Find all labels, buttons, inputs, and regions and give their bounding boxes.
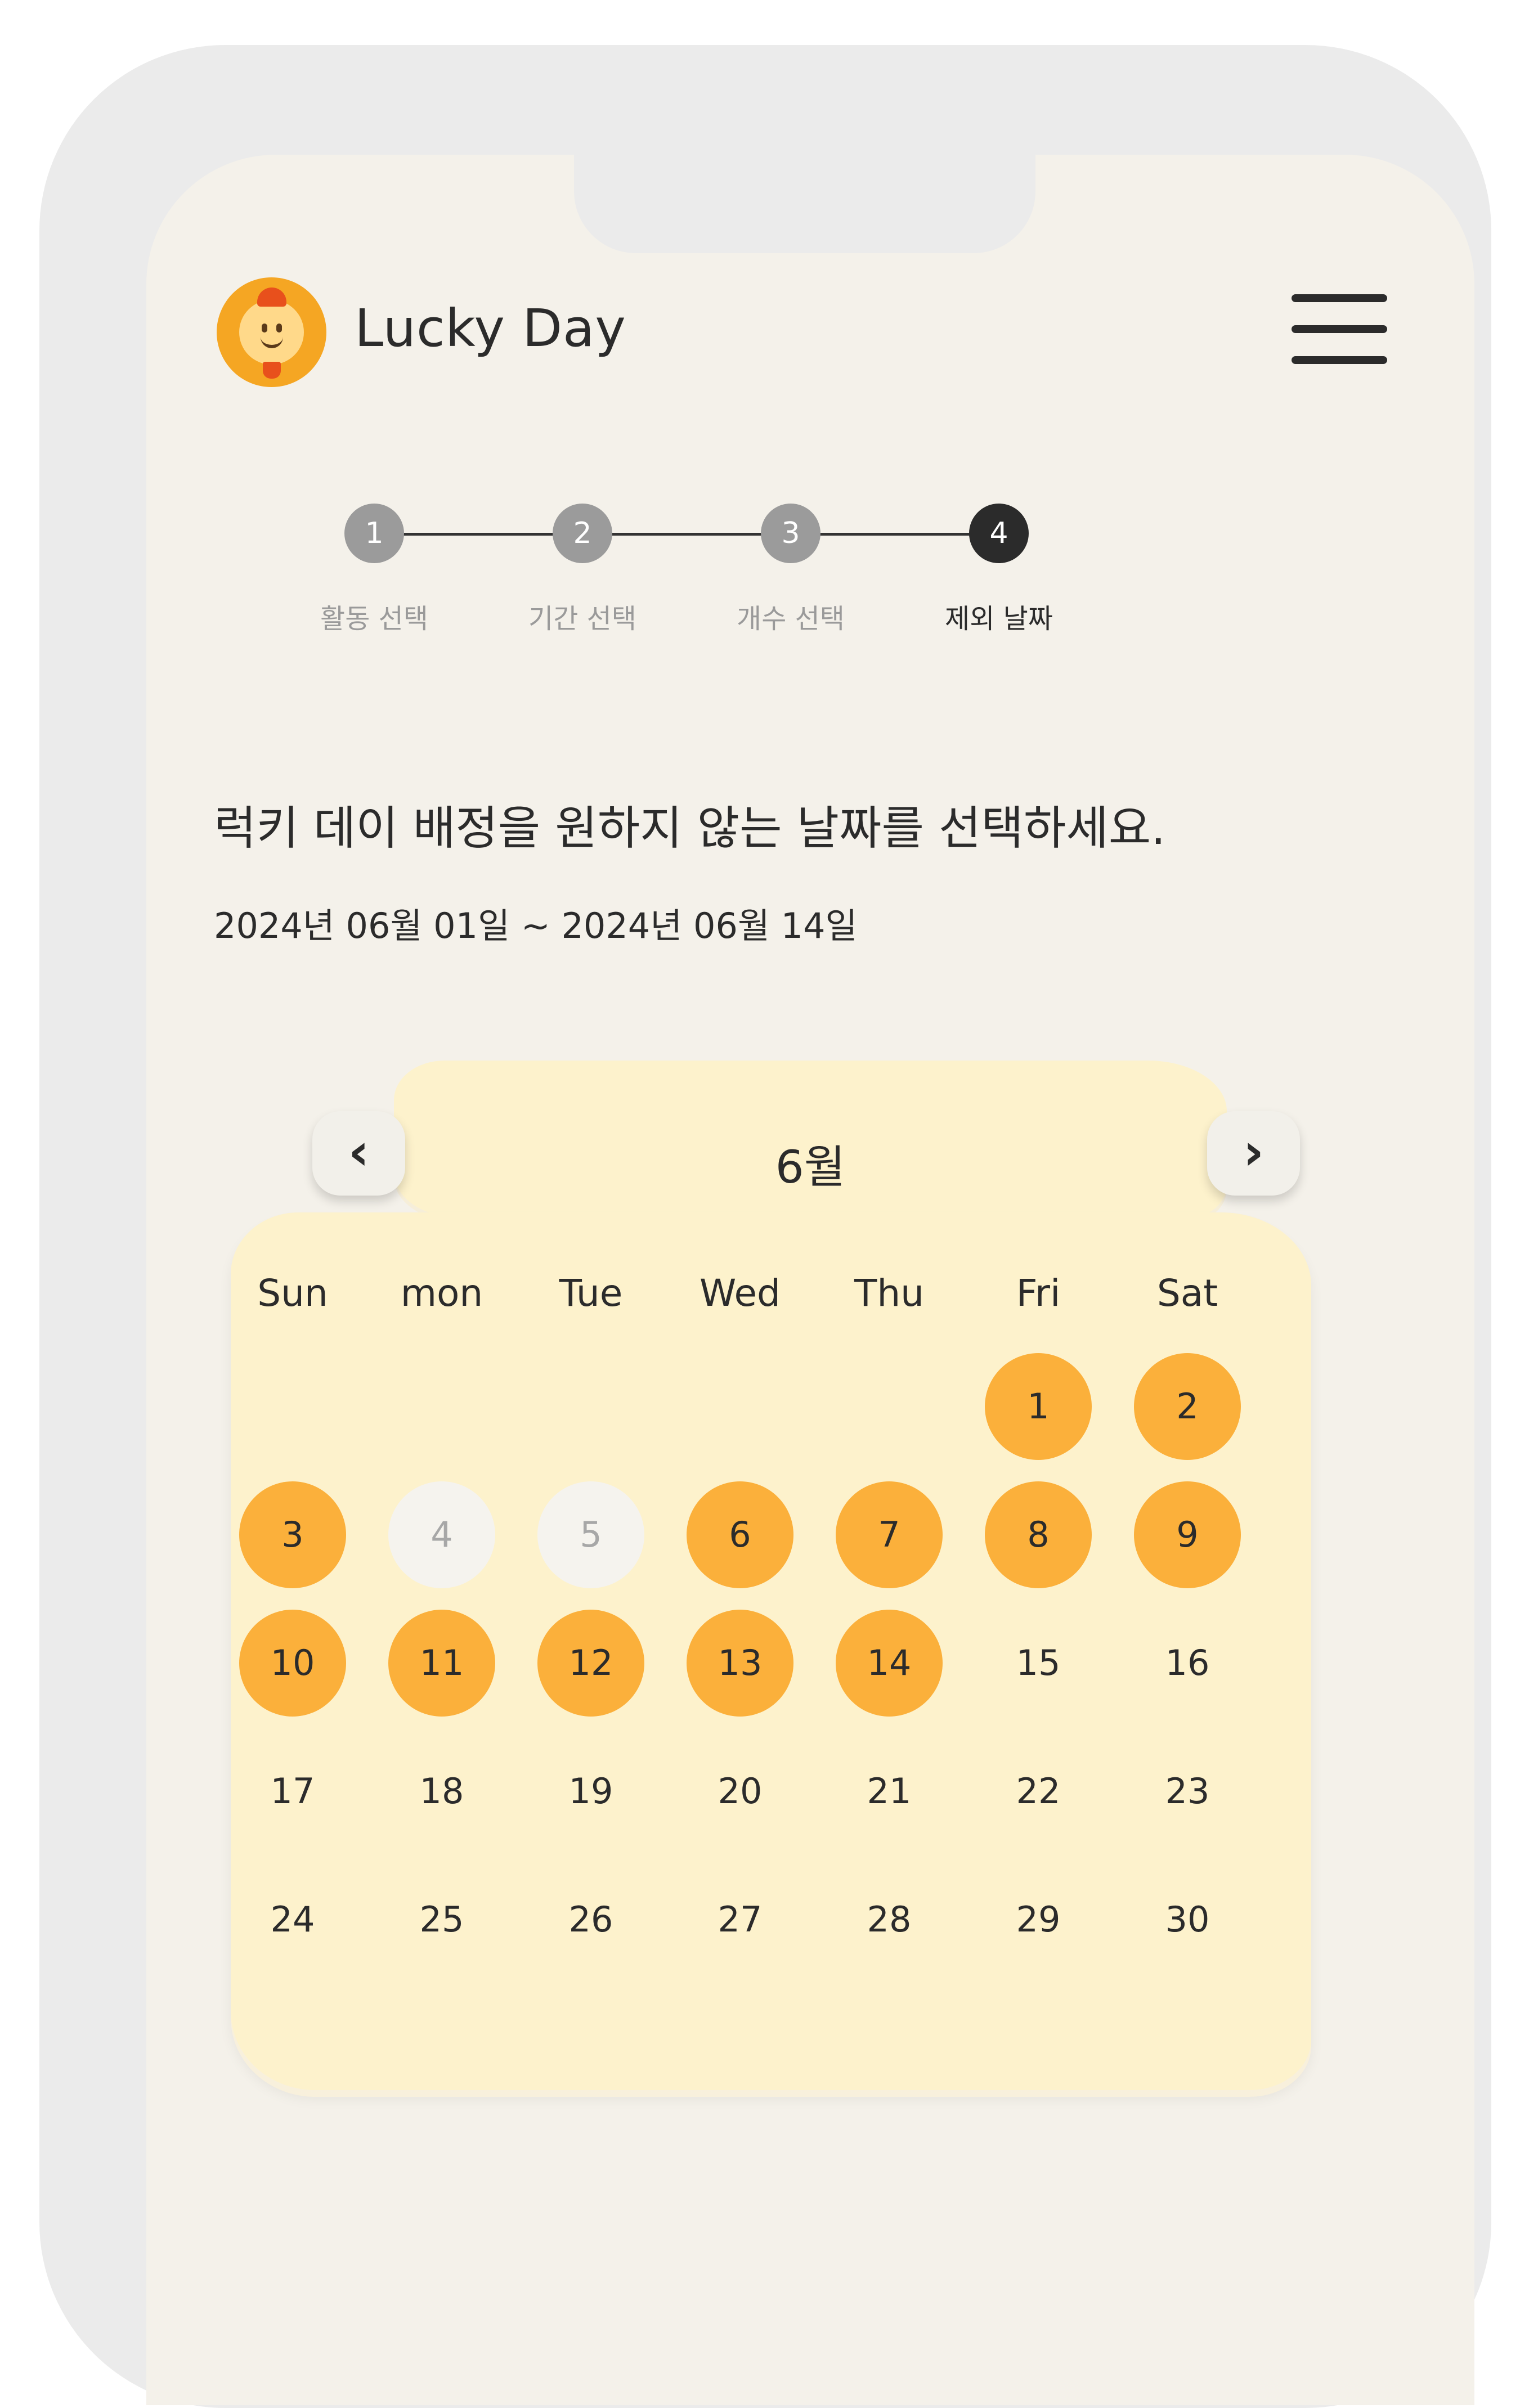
calendar-day[interactable]: 7 [836,1481,943,1588]
calendar-day[interactable]: 16 [1134,1610,1241,1717]
calendar-day[interactable]: 30 [1134,1866,1241,1973]
calendar-day[interactable]: 9 [1134,1481,1241,1588]
calendar-day[interactable]: 11 [388,1610,495,1717]
calendar-day[interactable]: 29 [985,1866,1092,1973]
calendar-day[interactable]: 10 [239,1610,346,1717]
weekday-mon: mon [400,1272,483,1315]
stepper-line [371,533,996,536]
calendar-day[interactable]: 26 [537,1866,644,1973]
calendar-day[interactable]: 8 [985,1481,1092,1588]
calendar-day[interactable]: 18 [388,1738,495,1845]
date-range: 2024년 06월 01일 ~ 2024년 06월 14일 [214,905,858,946]
app-screen: Lucky Day 1 2 3 4 활동 선택 기간 선택 개수 선택 제외 날… [146,155,1474,2405]
step-4-label: 제외 날짜 [945,603,1053,635]
calendar-day[interactable]: 17 [239,1738,346,1845]
calendar-day[interactable]: 3 [239,1481,346,1588]
page-headline: 럭키 데이 배정을 원하지 않는 날짜를 선택하세요. [214,802,1166,855]
calendar-day[interactable]: 27 [687,1866,793,1973]
step-2-label: 기간 선택 [528,603,636,635]
hamburger-menu-icon[interactable] [1292,294,1387,365]
chevron-left-icon[interactable]: ‹ [312,1111,405,1196]
weekday-fri: Fri [1016,1272,1061,1315]
step-3-circle: 3 [761,504,820,563]
calendar-day[interactable]: 24 [239,1866,346,1973]
step-1-label: 활동 선택 [320,603,428,635]
calendar-day[interactable]: 23 [1134,1738,1241,1845]
app-title: Lucky Day [355,298,626,358]
step-1-circle: 1 [344,504,404,563]
calendar-day[interactable]: 13 [687,1610,793,1717]
calendar-day[interactable]: 21 [836,1738,943,1845]
calendar-day[interactable]: 15 [985,1610,1092,1717]
step-4-circle: 4 [969,504,1029,563]
calendar-day[interactable]: 6 [687,1481,793,1588]
mascot-logo-icon [217,277,326,387]
calendar-day[interactable]: 20 [687,1738,793,1845]
calendar-day[interactable]: 5 [537,1481,644,1588]
calendar-day[interactable]: 1 [985,1353,1092,1460]
phone-frame: Lucky Day 1 2 3 4 활동 선택 기간 선택 개수 선택 제외 날… [39,45,1491,2408]
calendar-day[interactable]: 28 [836,1866,943,1973]
calendar-day[interactable]: 19 [537,1738,644,1845]
calendar-day[interactable]: 14 [836,1610,943,1717]
chevron-right-icon[interactable]: › [1207,1111,1300,1196]
calendar-day[interactable]: 25 [388,1866,495,1973]
weekday-sun: Sun [257,1272,328,1315]
calendar-day[interactable]: 2 [1134,1353,1241,1460]
calendar-day[interactable]: 4 [388,1481,495,1588]
calendar-day[interactable]: 22 [985,1738,1092,1845]
step-3-label: 개수 선택 [737,603,845,635]
phone-notch [574,155,1035,253]
weekday-sat: Sat [1156,1272,1218,1315]
calendar-day[interactable]: 12 [537,1610,644,1717]
weekday-thu: Thu [854,1272,924,1315]
step-2-circle: 2 [553,504,612,563]
weekday-wed: Wed [700,1272,781,1315]
weekday-tue: Tue [559,1272,623,1315]
